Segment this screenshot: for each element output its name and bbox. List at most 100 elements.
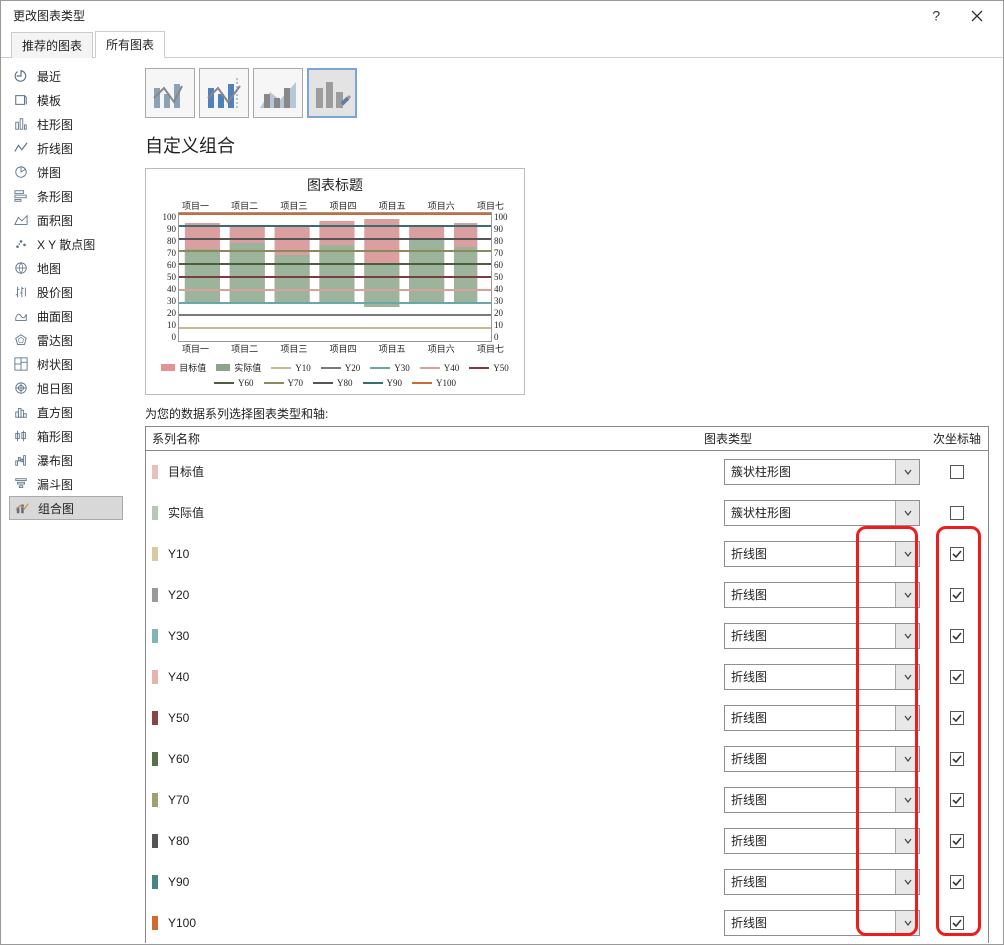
- select-value: 折线图: [725, 791, 895, 808]
- series-name: Y50: [168, 711, 189, 725]
- series-row: Y70折线图: [146, 779, 988, 820]
- category-combo[interactable]: 组合图: [9, 496, 123, 520]
- chart-type-select[interactable]: 折线图: [724, 664, 920, 690]
- category-radar[interactable]: 雷达图: [9, 328, 123, 352]
- chart-type-select[interactable]: 折线图: [724, 623, 920, 649]
- surface-icon: [13, 308, 29, 324]
- series-swatch-icon: [152, 588, 158, 602]
- secondary-axis-checkbox[interactable]: [950, 629, 964, 643]
- histogram-icon: [13, 404, 29, 420]
- category-label: 直方图: [37, 404, 73, 421]
- select-value: 折线图: [725, 873, 895, 890]
- category-recent[interactable]: 最近: [9, 64, 123, 88]
- chart-type-select[interactable]: 折线图: [724, 541, 920, 567]
- chart-type-select[interactable]: 折线图: [724, 828, 920, 854]
- category-label: 组合图: [38, 500, 74, 517]
- secondary-axis-checkbox[interactable]: [950, 711, 964, 725]
- legend-item: Y100: [412, 378, 456, 388]
- series-row: Y100折线图: [146, 902, 988, 943]
- category-treemap[interactable]: 树状图: [9, 352, 123, 376]
- combo-subtype-custom[interactable]: [307, 68, 357, 118]
- secondary-axis-checkbox[interactable]: [950, 547, 964, 561]
- category-boxplot[interactable]: 箱形图: [9, 424, 123, 448]
- series-grid: 系列名称 图表类型 次坐标轴 目标值簇状柱形图实际值簇状柱形图Y10折线图Y20…: [145, 426, 989, 943]
- chevron-down-icon: [895, 665, 919, 689]
- category-column[interactable]: 柱形图: [9, 112, 123, 136]
- secondary-axis-checkbox[interactable]: [950, 465, 964, 479]
- category-pie[interactable]: 饼图: [9, 160, 123, 184]
- category-label: 饼图: [37, 164, 61, 181]
- category-label: 地图: [37, 260, 61, 277]
- series-swatch-icon: [152, 834, 158, 848]
- combo-subtype-2[interactable]: [199, 68, 249, 118]
- secondary-axis-checkbox[interactable]: [950, 670, 964, 684]
- combo-subtype-3[interactable]: [253, 68, 303, 118]
- chevron-down-icon: [895, 911, 919, 935]
- series-row: Y40折线图: [146, 656, 988, 697]
- category-surface[interactable]: 曲面图: [9, 304, 123, 328]
- category-label: 条形图: [37, 188, 73, 205]
- series-swatch-icon: [152, 547, 158, 561]
- chart-type-select[interactable]: 折线图: [724, 582, 920, 608]
- chevron-down-icon: [895, 788, 919, 812]
- close-button[interactable]: [957, 1, 997, 31]
- category-label: 树状图: [37, 356, 73, 373]
- section-title: 自定义组合: [145, 132, 989, 158]
- secondary-axis-checkbox[interactable]: [950, 834, 964, 848]
- category-histogram[interactable]: 直方图: [9, 400, 123, 424]
- series-grid-header: 系列名称 图表类型 次坐标轴: [146, 427, 988, 451]
- category-label: X Y 散点图: [37, 236, 95, 253]
- secondary-axis-checkbox[interactable]: [950, 588, 964, 602]
- category-label: 雷达图: [37, 332, 73, 349]
- chevron-down-icon: [895, 501, 919, 525]
- waterfall-icon: [13, 452, 29, 468]
- map-icon: [13, 260, 29, 276]
- tab-recommended[interactable]: 推荐的图表: [11, 32, 93, 58]
- category-template[interactable]: 模板: [9, 88, 123, 112]
- series-picker-label: 为您的数据系列选择图表类型和轴:: [145, 405, 989, 422]
- category-map[interactable]: 地图: [9, 256, 123, 280]
- series-swatch-icon: [152, 875, 158, 889]
- series-row: 实际值 簇状柱形图: [146, 492, 988, 533]
- series-name: Y80: [168, 834, 189, 848]
- category-area[interactable]: 面积图: [9, 208, 123, 232]
- category-funnel[interactable]: 漏斗图: [9, 472, 123, 496]
- category-line[interactable]: 折线图: [9, 136, 123, 160]
- secondary-axis-checkbox[interactable]: [950, 916, 964, 930]
- tab-all-charts[interactable]: 所有图表: [95, 31, 165, 58]
- chart-type-select[interactable]: 折线图: [724, 910, 920, 936]
- category-sunburst[interactable]: 旭日图: [9, 376, 123, 400]
- chevron-down-icon: [895, 706, 919, 730]
- category-stock[interactable]: 股价图: [9, 280, 123, 304]
- chevron-down-icon: [895, 583, 919, 607]
- category-label: 最近: [37, 68, 61, 85]
- select-value: 簇状柱形图: [725, 504, 895, 521]
- help-button[interactable]: ?: [917, 1, 957, 31]
- combo-subtype-1[interactable]: [145, 68, 195, 118]
- chart-type-select[interactable]: 折线图: [724, 869, 920, 895]
- chart-type-select[interactable]: 折线图: [724, 746, 920, 772]
- chevron-down-icon: [895, 542, 919, 566]
- chart-preview: 图表标题 项目一项目二项目三项目四项目五项目六项目七 1009080706050…: [145, 168, 525, 395]
- line-icon: [13, 140, 29, 156]
- chart-type-select[interactable]: 折线图: [724, 705, 920, 731]
- category-label: 曲面图: [37, 308, 73, 325]
- series-row: Y10折线图: [146, 533, 988, 574]
- category-label: 漏斗图: [37, 476, 73, 493]
- secondary-axis-checkbox[interactable]: [950, 793, 964, 807]
- chart-type-select[interactable]: 折线图: [724, 787, 920, 813]
- chart-type-select[interactable]: 簇状柱形图: [724, 459, 920, 485]
- titlebar: 更改图表类型 ?: [1, 1, 1003, 31]
- col-header-type: 图表类型: [698, 427, 926, 450]
- category-waterfall[interactable]: 瀑布图: [9, 448, 123, 472]
- category-bar[interactable]: 条形图: [9, 184, 123, 208]
- secondary-axis-checkbox[interactable]: [950, 752, 964, 766]
- chart-type-select[interactable]: 簇状柱形图: [724, 500, 920, 526]
- secondary-axis-checkbox[interactable]: [950, 506, 964, 520]
- change-chart-type-dialog: 更改图表类型 ? 推荐的图表 所有图表 最近模板柱形图折线图饼图条形图面积图X …: [0, 0, 1004, 945]
- series-swatch-icon: [152, 916, 158, 930]
- series-name: 实际值: [168, 504, 204, 521]
- category-scatter[interactable]: X Y 散点图: [9, 232, 123, 256]
- svg-text:?: ?: [932, 9, 940, 23]
- secondary-axis-checkbox[interactable]: [950, 875, 964, 889]
